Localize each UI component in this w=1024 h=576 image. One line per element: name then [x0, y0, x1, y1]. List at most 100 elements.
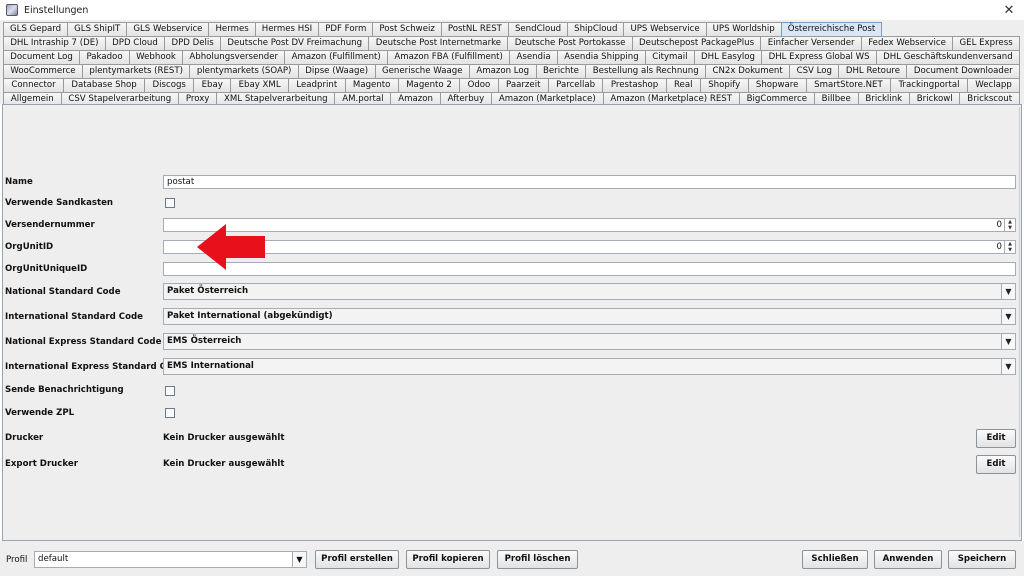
international-express-select[interactable]: EMS International ▼ [163, 358, 1016, 375]
orgunituniqueid-input[interactable] [163, 262, 1016, 276]
tab-row5-15[interactable]: SmartStore.NET [805, 78, 892, 92]
tab-row2-9[interactable]: GEL Express [952, 36, 1020, 50]
name-input[interactable]: postat [163, 175, 1016, 189]
tab-row5-17[interactable]: Weclapp [966, 78, 1021, 92]
tab-row3-9[interactable]: DHL Easylog [693, 50, 763, 64]
tab-row4-6[interactable]: Berichte [535, 64, 587, 78]
tab-row5-8[interactable]: Odoo [459, 78, 499, 92]
tab-row4-9[interactable]: CSV Log [789, 64, 840, 78]
chevron-down-icon[interactable]: ▼ [1001, 284, 1015, 299]
tab-row5-13[interactable]: Shopify [699, 78, 749, 92]
international-standard-select[interactable]: Paket International (abgekündigt) ▼ [163, 308, 1016, 325]
tab-row1-5[interactable]: PDF Form [318, 22, 374, 36]
spinner-down-icon[interactable]: ▼ [1005, 247, 1015, 253]
tab-row3-10[interactable]: DHL Express Global WS [761, 50, 877, 64]
tab-row-4: WooCommerce plentymarkets (REST) plentymar… [3, 64, 1021, 78]
tab-row4-0[interactable]: WooCommerce [3, 64, 83, 78]
spinner-arrows[interactable]: ▲ ▼ [1004, 219, 1015, 231]
tab-row4-8[interactable]: CN2x Dokument [705, 64, 791, 78]
tab-row3-5[interactable]: Amazon FBA (Fulfillment) [387, 50, 511, 64]
tab-row1-12[interactable]: Österreichische Post [780, 22, 883, 36]
tab-row3-6[interactable]: Asendia [509, 50, 558, 64]
tab-row5-3[interactable]: Ebay [193, 78, 232, 92]
apply-button[interactable]: Anwenden [874, 550, 942, 569]
tab-row1-8[interactable]: SendCloud [507, 22, 569, 36]
tab-row5-4[interactable]: Ebay XML [230, 78, 289, 92]
tab-row2-0[interactable]: DHL Intraship 7 (DE) [3, 36, 106, 50]
tab-row2-8[interactable]: Fedex Webservice [860, 36, 954, 50]
tab-row2-7[interactable]: Einfacher Versender [760, 36, 862, 50]
tab-row1-10[interactable]: UPS Webservice [623, 22, 707, 36]
orgunitid-spinner[interactable]: 0 ▲ ▼ [163, 240, 1016, 254]
tab-row4-3[interactable]: Dipse (Waage) [297, 64, 376, 78]
close-icon[interactable]: ✕ [994, 0, 1024, 20]
tab-row5-14[interactable]: Shopware [747, 78, 807, 92]
tab-row5-11[interactable]: Prestashop [602, 78, 667, 92]
export-drucker-edit-button[interactable]: Edit [976, 455, 1016, 474]
tab-row4-5[interactable]: Amazon Log [468, 64, 537, 78]
tab-row5-7[interactable]: Magento 2 [397, 78, 461, 92]
tab-row5-5[interactable]: Leadprint [288, 78, 346, 92]
tab-row3-2[interactable]: Webhook [128, 50, 184, 64]
drucker-edit-button[interactable]: Edit [976, 429, 1016, 448]
tab-row4-10[interactable]: DHL Retoure [838, 64, 908, 78]
tab-row5-12[interactable]: Real [665, 78, 701, 92]
tab-row3-8[interactable]: Citymail [644, 50, 695, 64]
tab-row2-4[interactable]: Deutsche Post Internetmarke [368, 36, 509, 50]
tab-row3-4[interactable]: Amazon (Fulfillment) [284, 50, 389, 64]
tab-row5-9[interactable]: Paarzeit [497, 78, 549, 92]
tab-row5-1[interactable]: Database Shop [63, 78, 146, 92]
chevron-down-icon[interactable]: ▼ [292, 552, 306, 567]
copy-profile-button[interactable]: Profil kopieren [406, 550, 490, 569]
national-express-select[interactable]: EMS Österreich ▼ [163, 333, 1016, 350]
national-standard-select[interactable]: Paket Österreich ▼ [163, 283, 1016, 300]
international-express-value: EMS International [167, 361, 254, 371]
tab-row1-11[interactable]: UPS Worldship [705, 22, 782, 36]
tab-row1-2[interactable]: GLS Webservice [126, 22, 210, 36]
save-button[interactable]: Speichern [948, 550, 1016, 569]
tab-row2-5[interactable]: Deutsche Post Portokasse [507, 36, 633, 50]
zpl-checkbox[interactable] [165, 408, 175, 418]
delete-profile-button[interactable]: Profil löschen [497, 550, 578, 569]
chevron-down-icon[interactable]: ▼ [1001, 309, 1015, 324]
tab-row1-4[interactable]: Hermes HSI [254, 22, 320, 36]
red-arrow-left-icon [197, 224, 265, 270]
chevron-down-icon[interactable]: ▼ [1001, 359, 1015, 374]
notify-checkbox[interactable] [165, 386, 175, 396]
tab-row5-16[interactable]: Trackingportal [890, 78, 968, 92]
tab-row2-6[interactable]: Deutschepost PackagePlus [631, 36, 762, 50]
tab-row1-7[interactable]: PostNL REST [440, 22, 509, 36]
versendernummer-spinner[interactable]: 0 ▲ ▼ [163, 218, 1016, 232]
tab-row3-0[interactable]: Document Log [3, 50, 81, 64]
tab-row5-0[interactable]: Connector [3, 78, 65, 92]
tab-row4-4[interactable]: Generische Waage [374, 64, 470, 78]
tab-row1-9[interactable]: ShipCloud [567, 22, 625, 36]
tab-row4-1[interactable]: plentymarkets (REST) [82, 64, 191, 78]
profil-select[interactable]: default ▼ [34, 551, 307, 568]
international-express-label: International Express Standard Code [5, 362, 184, 372]
chevron-down-icon[interactable]: ▼ [1001, 334, 1015, 349]
tab-row2-1[interactable]: DPD Cloud [104, 36, 166, 50]
tab-row2-2[interactable]: DPD Delis [164, 36, 222, 50]
tab-row3-1[interactable]: Pakadoo [79, 50, 130, 64]
spinner-arrows[interactable]: ▲ ▼ [1004, 241, 1015, 253]
tab-row1-0[interactable]: GLS Gepard [3, 22, 69, 36]
tab-row5-10[interactable]: Parcellab [547, 78, 604, 92]
sandbox-checkbox[interactable] [165, 198, 175, 208]
panel-edge [1019, 107, 1020, 537]
tab-row1-6[interactable]: Post Schweiz [372, 22, 442, 36]
close-button[interactable]: Schließen [802, 550, 868, 569]
spinner-down-icon[interactable]: ▼ [1005, 225, 1015, 231]
tab-row5-2[interactable]: Discogs [144, 78, 195, 92]
tab-row3-3[interactable]: Abholungsversender [182, 50, 286, 64]
tab-row4-7[interactable]: Bestellung als Rechnung [585, 64, 707, 78]
tab-row4-11[interactable]: Document Downloader [906, 64, 1021, 78]
tab-row5-6[interactable]: Magento [344, 78, 399, 92]
tab-row3-7[interactable]: Asendia Shipping [556, 50, 646, 64]
tab-row1-3[interactable]: Hermes [208, 22, 256, 36]
tab-row3-11[interactable]: DHL Geschäftskundenversand [875, 50, 1020, 64]
tab-row1-1[interactable]: GLS ShipIT [67, 22, 128, 36]
create-profile-button[interactable]: Profil erstellen [315, 550, 399, 569]
tab-row4-2[interactable]: plentymarkets (SOAP) [189, 64, 299, 78]
tab-row2-3[interactable]: Deutsche Post DV Freimachung [220, 36, 370, 50]
